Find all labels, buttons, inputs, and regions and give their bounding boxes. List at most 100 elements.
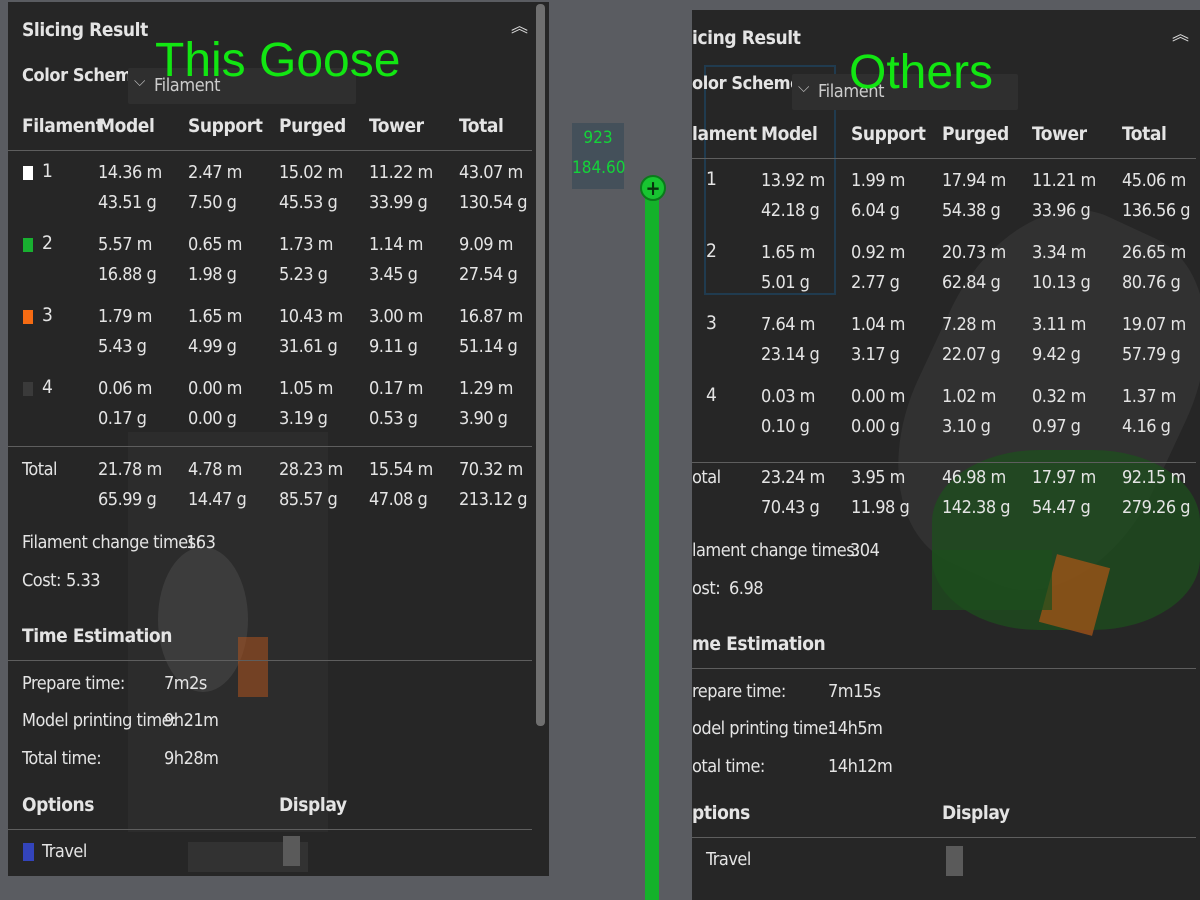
prepare-time-value: 7m2s xyxy=(164,673,207,694)
total-time-value: 14h12m xyxy=(828,756,893,777)
layer-slider-handle[interactable]: + xyxy=(640,175,666,201)
total-tower: 15.54 m 47.08 g xyxy=(369,459,433,510)
filament-2-support: 0.65 m 1.98 g xyxy=(188,234,242,285)
panel-scrollbar[interactable] xyxy=(536,4,545,726)
total-total: 70.32 m 213.12 g xyxy=(459,459,528,510)
collapse-double-chevron-icon[interactable]: ︽ xyxy=(511,12,528,37)
filament-3-swatch xyxy=(23,310,33,324)
prepare-time-value: 7m15s xyxy=(828,681,881,702)
filament-3-tower: 3.00 m 9.11 g xyxy=(369,306,423,357)
total-tower: 17.97 m 54.47 g xyxy=(1032,467,1096,518)
prepare-time-label: Prepare time: xyxy=(22,673,125,694)
filament-3-purged: 7.28 m 22.07 g xyxy=(942,314,1001,365)
filament-1-total: 45.06 m 136.56 g xyxy=(1122,170,1191,221)
filament-4-tower: 0.17 m 0.53 g xyxy=(369,378,423,429)
travel-display-toggle[interactable] xyxy=(283,836,300,866)
filament-1-tower: 11.21 m 33.96 g xyxy=(1032,170,1096,221)
model-printing-time-label: Model printing time: xyxy=(22,710,177,731)
travel-label: Travel xyxy=(706,849,751,870)
filament-2-id: 2 xyxy=(706,240,717,262)
total-divider xyxy=(8,446,532,447)
total-time-value: 9h28m xyxy=(164,748,219,769)
col-header-filament: Filament xyxy=(22,115,104,137)
filament-3-purged: 10.43 m 31.61 g xyxy=(279,306,343,357)
collapse-double-chevron-icon[interactable]: ︽ xyxy=(1172,20,1189,45)
filament-4-swatch xyxy=(23,382,33,396)
display-heading: Display xyxy=(942,802,1010,824)
prepare-time-label: repare time: xyxy=(692,681,786,702)
filament-3-tower: 3.11 m 9.42 g xyxy=(1032,314,1086,365)
time-divider xyxy=(692,668,1196,669)
overlay-label-this-goose: This Goose xyxy=(155,34,401,87)
filament-1-purged: 17.94 m 54.38 g xyxy=(942,170,1006,221)
col-header-purged: Purged xyxy=(942,123,1009,145)
filament-1-support: 1.99 m 6.04 g xyxy=(851,170,905,221)
filament-3-model: 1.79 m 5.43 g xyxy=(98,306,152,357)
filament-2-support: 0.92 m 2.77 g xyxy=(851,242,905,293)
col-header-support: Support xyxy=(851,123,926,145)
total-purged: 28.23 m 85.57 g xyxy=(279,459,343,510)
filament-3-total: 19.07 m 57.79 g xyxy=(1122,314,1186,365)
overlay-label-others: Others xyxy=(849,46,994,99)
filament-2-total: 26.65 m 80.76 g xyxy=(1122,242,1186,293)
filament-4-total: 1.37 m 4.16 g xyxy=(1122,386,1176,437)
options-heading: Options xyxy=(22,794,95,816)
col-header-tower: Tower xyxy=(369,115,424,137)
chevron-down-icon: ⌵ xyxy=(134,72,146,90)
total-row-label: otal xyxy=(692,467,721,488)
travel-swatch xyxy=(23,843,34,861)
time-estimation-heading: Time Estimation xyxy=(22,625,173,647)
col-header-filament: lament xyxy=(692,123,757,145)
cost-label: ost: xyxy=(692,578,721,599)
slicing-result-panel-this-goose: Slicing Result ︽ Color Scheme ⌵ Filament… xyxy=(8,2,549,876)
total-model: 21.78 m 65.99 g xyxy=(98,459,162,510)
filament-2-model: 1.65 m 5.01 g xyxy=(761,242,815,293)
filament-1-model: 14.36 m 43.51 g xyxy=(98,162,162,213)
filament-4-support: 0.00 m 0.00 g xyxy=(188,378,242,429)
display-heading: Display xyxy=(279,794,347,816)
filament-2-tower: 1.14 m 3.45 g xyxy=(369,234,423,285)
panel-title: icing Result xyxy=(692,27,801,49)
filament-1-total: 43.07 m 130.54 g xyxy=(459,162,528,213)
filament-3-support: 1.65 m 4.99 g xyxy=(188,306,242,357)
col-header-tower: Tower xyxy=(1032,123,1087,145)
filament-4-tower: 0.32 m 0.97 g xyxy=(1032,386,1086,437)
total-time-label: Total time: xyxy=(22,748,102,769)
time-divider xyxy=(8,660,532,661)
options-divider xyxy=(692,837,1196,838)
total-purged: 46.98 m 142.38 g xyxy=(942,467,1011,518)
filament-4-model: 0.03 m 0.10 g xyxy=(761,386,815,437)
filament-1-purged: 15.02 m 45.53 g xyxy=(279,162,343,213)
filament-change-label: lament change times: xyxy=(692,540,860,561)
col-header-model: Model xyxy=(761,123,818,145)
layer-slider-track[interactable] xyxy=(645,180,659,900)
travel-label: Travel xyxy=(42,841,87,862)
filament-1-tower: 11.22 m 33.99 g xyxy=(369,162,433,213)
total-model: 23.24 m 70.43 g xyxy=(761,467,825,518)
filament-1-model: 13.92 m 42.18 g xyxy=(761,170,825,221)
total-total: 92.15 m 279.26 g xyxy=(1122,467,1191,518)
model-printing-time-value: 14h5m xyxy=(828,718,883,739)
header-divider xyxy=(692,158,1196,159)
filament-change-value: 304 xyxy=(850,540,880,561)
filament-3-id: 3 xyxy=(42,304,53,326)
panel-title: Slicing Result xyxy=(22,19,148,41)
travel-display-toggle[interactable] xyxy=(946,846,963,876)
col-header-total: Total xyxy=(459,115,504,137)
col-header-model: Model xyxy=(98,115,155,137)
filament-4-purged: 1.05 m 3.19 g xyxy=(279,378,333,429)
total-row-label: Total xyxy=(22,459,58,480)
color-scheme-label: Color Scheme xyxy=(22,65,143,86)
filament-4-total: 1.29 m 3.90 g xyxy=(459,378,513,429)
filament-3-model: 7.64 m 23.14 g xyxy=(761,314,820,365)
col-header-support: Support xyxy=(188,115,263,137)
filament-4-id: 4 xyxy=(42,376,53,398)
filament-2-id: 2 xyxy=(42,232,53,254)
options-divider xyxy=(8,829,532,830)
cost-value: 6.98 xyxy=(729,578,764,599)
chevron-down-icon: ⌵ xyxy=(798,78,810,96)
filament-3-id: 3 xyxy=(706,312,717,334)
filament-2-model: 5.57 m 16.88 g xyxy=(98,234,157,285)
options-heading: ptions xyxy=(692,802,750,824)
filament-1-id: 1 xyxy=(42,160,53,182)
